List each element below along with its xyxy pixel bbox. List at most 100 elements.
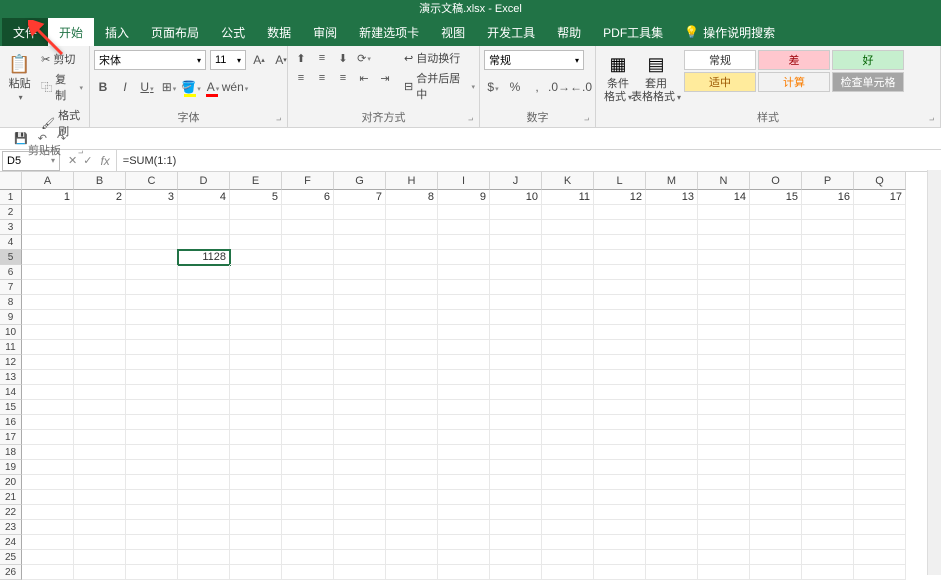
- cell-D24[interactable]: [178, 535, 230, 550]
- cell-E25[interactable]: [230, 550, 282, 565]
- cell-Q26[interactable]: [854, 565, 906, 580]
- column-header-D[interactable]: D: [178, 172, 230, 190]
- cell-L2[interactable]: [594, 205, 646, 220]
- font-size-select[interactable]: 11▾: [210, 50, 246, 70]
- cell-H14[interactable]: [386, 385, 438, 400]
- cell-G4[interactable]: [334, 235, 386, 250]
- cut-button[interactable]: ✂剪切: [39, 50, 85, 68]
- cell-J19[interactable]: [490, 460, 542, 475]
- cell-Q16[interactable]: [854, 415, 906, 430]
- cell-L24[interactable]: [594, 535, 646, 550]
- cell-C24[interactable]: [126, 535, 178, 550]
- row-header-18[interactable]: 18: [0, 445, 22, 460]
- cell-A17[interactable]: [22, 430, 74, 445]
- cell-A13[interactable]: [22, 370, 74, 385]
- cell-J18[interactable]: [490, 445, 542, 460]
- cell-M5[interactable]: [646, 250, 698, 265]
- cell-P21[interactable]: [802, 490, 854, 505]
- cell-M8[interactable]: [646, 295, 698, 310]
- tab-help[interactable]: 帮助: [546, 18, 592, 46]
- cell-J1[interactable]: 10: [490, 190, 542, 205]
- cell-L3[interactable]: [594, 220, 646, 235]
- cell-N9[interactable]: [698, 310, 750, 325]
- cell-Q4[interactable]: [854, 235, 906, 250]
- row-header-24[interactable]: 24: [0, 535, 22, 550]
- cell-L18[interactable]: [594, 445, 646, 460]
- tab-formulas[interactable]: 公式: [210, 18, 256, 46]
- fx-icon[interactable]: fx: [100, 154, 115, 168]
- cell-I14[interactable]: [438, 385, 490, 400]
- cell-H25[interactable]: [386, 550, 438, 565]
- cell-D19[interactable]: [178, 460, 230, 475]
- cell-A3[interactable]: [22, 220, 74, 235]
- cell-I26[interactable]: [438, 565, 490, 580]
- cell-I25[interactable]: [438, 550, 490, 565]
- cell-H12[interactable]: [386, 355, 438, 370]
- cell-M24[interactable]: [646, 535, 698, 550]
- cell-B4[interactable]: [74, 235, 126, 250]
- cell-G3[interactable]: [334, 220, 386, 235]
- cell-D8[interactable]: [178, 295, 230, 310]
- cell-D13[interactable]: [178, 370, 230, 385]
- cell-K6[interactable]: [542, 265, 594, 280]
- cell-P17[interactable]: [802, 430, 854, 445]
- cell-F17[interactable]: [282, 430, 334, 445]
- cell-P12[interactable]: [802, 355, 854, 370]
- cell-F16[interactable]: [282, 415, 334, 430]
- cell-N8[interactable]: [698, 295, 750, 310]
- cell-P26[interactable]: [802, 565, 854, 580]
- cell-F19[interactable]: [282, 460, 334, 475]
- tab-page-layout[interactable]: 页面布局: [140, 18, 210, 46]
- cell-B11[interactable]: [74, 340, 126, 355]
- cell-O16[interactable]: [750, 415, 802, 430]
- cell-F15[interactable]: [282, 400, 334, 415]
- cell-D25[interactable]: [178, 550, 230, 565]
- column-header-F[interactable]: F: [282, 172, 334, 190]
- cell-D9[interactable]: [178, 310, 230, 325]
- cell-B23[interactable]: [74, 520, 126, 535]
- cell-B20[interactable]: [74, 475, 126, 490]
- cell-I1[interactable]: 9: [438, 190, 490, 205]
- cell-N22[interactable]: [698, 505, 750, 520]
- cell-G14[interactable]: [334, 385, 386, 400]
- cell-B18[interactable]: [74, 445, 126, 460]
- cell-C17[interactable]: [126, 430, 178, 445]
- cell-L1[interactable]: 12: [594, 190, 646, 205]
- cell-C18[interactable]: [126, 445, 178, 460]
- cell-A24[interactable]: [22, 535, 74, 550]
- row-header-12[interactable]: 12: [0, 355, 22, 370]
- cell-K5[interactable]: [542, 250, 594, 265]
- row-header-5[interactable]: 5: [0, 250, 22, 265]
- cell-L11[interactable]: [594, 340, 646, 355]
- cell-O3[interactable]: [750, 220, 802, 235]
- cell-G24[interactable]: [334, 535, 386, 550]
- cell-F3[interactable]: [282, 220, 334, 235]
- cell-K17[interactable]: [542, 430, 594, 445]
- cell-C26[interactable]: [126, 565, 178, 580]
- cell-G21[interactable]: [334, 490, 386, 505]
- cell-I12[interactable]: [438, 355, 490, 370]
- cell-C19[interactable]: [126, 460, 178, 475]
- cell-H17[interactable]: [386, 430, 438, 445]
- row-header-20[interactable]: 20: [0, 475, 22, 490]
- cell-M23[interactable]: [646, 520, 698, 535]
- cell-B1[interactable]: 2: [74, 190, 126, 205]
- cell-I20[interactable]: [438, 475, 490, 490]
- cell-A11[interactable]: [22, 340, 74, 355]
- cell-G20[interactable]: [334, 475, 386, 490]
- tab-new[interactable]: 新建选项卡: [348, 18, 430, 46]
- cell-C14[interactable]: [126, 385, 178, 400]
- italic-button[interactable]: I: [116, 78, 134, 96]
- cell-G5[interactable]: [334, 250, 386, 265]
- cell-N24[interactable]: [698, 535, 750, 550]
- cell-E1[interactable]: 5: [230, 190, 282, 205]
- cell-D3[interactable]: [178, 220, 230, 235]
- cell-O12[interactable]: [750, 355, 802, 370]
- cell-O23[interactable]: [750, 520, 802, 535]
- cell-M15[interactable]: [646, 400, 698, 415]
- cell-J8[interactable]: [490, 295, 542, 310]
- cell-G25[interactable]: [334, 550, 386, 565]
- cell-G8[interactable]: [334, 295, 386, 310]
- tab-data[interactable]: 数据: [256, 18, 302, 46]
- cell-I19[interactable]: [438, 460, 490, 475]
